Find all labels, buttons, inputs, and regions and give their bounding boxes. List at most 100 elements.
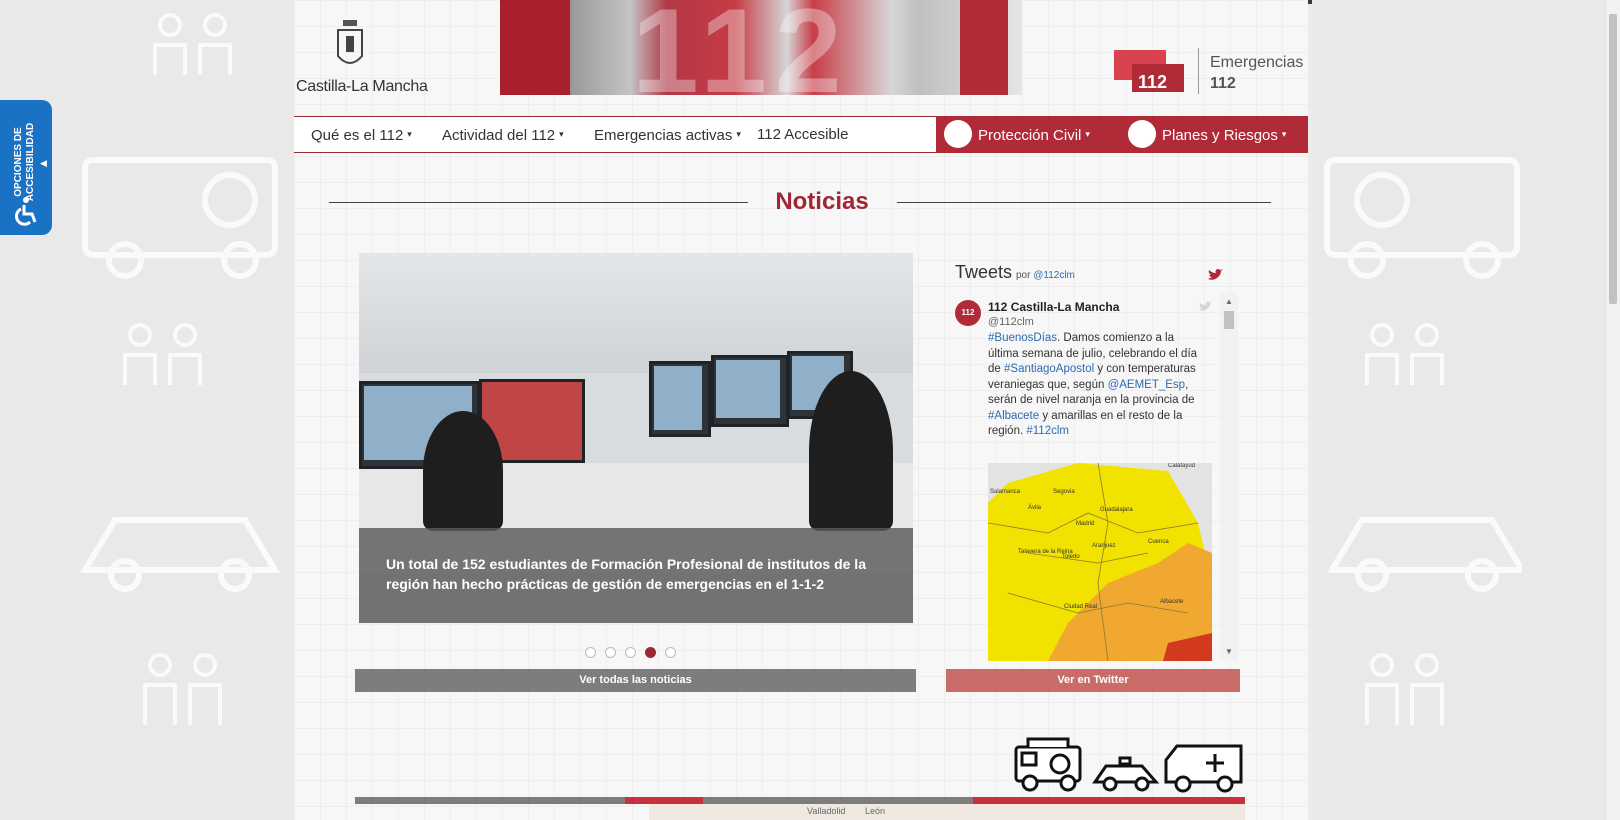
hashtag-link[interactable]: #SantiagoApostol bbox=[1004, 363, 1094, 375]
scroll-thumb[interactable] bbox=[1224, 311, 1234, 329]
banner-number: 112 bbox=[632, 0, 850, 95]
map-label: Toledo bbox=[1062, 554, 1080, 560]
map-label: Ávila bbox=[1028, 504, 1042, 511]
map-label: Segovia bbox=[1053, 489, 1075, 495]
scroll-thumb[interactable] bbox=[1609, 14, 1617, 304]
chevron-down-icon: ▾ bbox=[1085, 129, 1090, 139]
photo-person bbox=[809, 371, 893, 531]
emergencies-map-preview[interactable]: Valladolid León bbox=[649, 804, 1245, 820]
accessibility-icon bbox=[15, 197, 37, 226]
emergencias-label: Emergencias bbox=[1210, 54, 1304, 71]
ambulance-icon bbox=[1164, 744, 1243, 793]
banner-photo-right bbox=[960, 0, 1008, 95]
tweet-author-name[interactable]: 112 Castilla-La Mancha bbox=[988, 300, 1119, 314]
carousel-dot[interactable] bbox=[665, 647, 676, 658]
map-label: Albacete bbox=[1160, 599, 1184, 605]
chevron-down-icon: ▾ bbox=[1281, 129, 1287, 139]
fire-truck-outline-icon bbox=[1324, 157, 1520, 279]
carousel-dot-active[interactable] bbox=[645, 647, 656, 658]
svg-text:112: 112 bbox=[1138, 72, 1167, 92]
emergencias-112-logo[interactable]: 112 Emergencias 112 bbox=[1114, 48, 1304, 98]
tweet-author-handle[interactable]: @112clm bbox=[988, 316, 1034, 328]
hashtag-link[interactable]: #112clm bbox=[1026, 425, 1069, 437]
tweet-text: #BuenosDías. Damos comienzo a la última … bbox=[988, 331, 1206, 440]
hashtag-link[interactable]: #BuenosDías bbox=[988, 332, 1057, 344]
background-right bbox=[1312, 0, 1606, 820]
map-label: León bbox=[865, 806, 886, 816]
tweets-by: por @112clm bbox=[1016, 270, 1075, 281]
nav-label: Qué es el 112 bbox=[311, 127, 404, 144]
nav-label: Actividad del 112 bbox=[442, 127, 556, 144]
family-outline-icon bbox=[123, 323, 202, 385]
family-outline-icon bbox=[143, 653, 222, 725]
emergencias-number: 112 bbox=[1210, 75, 1236, 92]
map-label: Salamanca bbox=[990, 489, 1021, 495]
tweets-by-prefix: por bbox=[1016, 270, 1031, 281]
header-banner: 112 bbox=[500, 0, 1022, 95]
chevron-down-icon: ▾ bbox=[407, 129, 412, 139]
castilla-la-mancha-logo[interactable]: Castilla-La Mancha bbox=[294, 20, 428, 100]
see-on-twitter-button[interactable]: Ver en Twitter bbox=[946, 669, 1240, 692]
police-car-icon bbox=[1092, 756, 1160, 792]
nav-item-112-accesible[interactable]: 112 Accesible bbox=[757, 117, 848, 152]
news-caption-text: Un total de 152 estudiantes de Formación… bbox=[386, 556, 866, 592]
nav-label: 112 Accesible bbox=[757, 126, 849, 143]
nav-item-proteccion-civil[interactable]: Protección Civil ▾ bbox=[978, 116, 1090, 153]
nav-item-emergencias-activas[interactable]: Emergencias activas ▾ bbox=[594, 117, 741, 152]
photo-monitor bbox=[711, 355, 789, 427]
map-label: Calatayud bbox=[1168, 463, 1195, 469]
mention-link[interactable]: @AEMET_Esp bbox=[1108, 379, 1186, 391]
section-title: Noticias bbox=[775, 188, 869, 215]
page-scrollbar[interactable] bbox=[1605, 0, 1620, 820]
planes-riesgos-seal-icon bbox=[1128, 120, 1156, 148]
title-rule-right bbox=[897, 202, 1271, 203]
avatar[interactable]: 112 bbox=[955, 300, 981, 326]
logo-separator bbox=[1198, 48, 1199, 94]
tweets-scrollbar[interactable]: ▲ ▼ bbox=[1220, 293, 1238, 660]
news-caption[interactable]: Un total de 152 estudiantes de Formación… bbox=[359, 528, 913, 623]
tweet-weather-map[interactable]: Salamanca Segovia Ávila Guadalajara Madr… bbox=[988, 463, 1212, 661]
car-outline-icon bbox=[1326, 517, 1522, 592]
photo-person bbox=[423, 411, 503, 531]
tweets-by-handle[interactable]: @112clm bbox=[1033, 270, 1075, 281]
carousel-dot[interactable] bbox=[585, 647, 596, 658]
tweets-title: Tweets bbox=[955, 262, 1013, 282]
accessibility-options-tab[interactable]: OPCIONES DE ACCESIBILIDAD ◀ bbox=[0, 100, 52, 235]
carousel-dot[interactable] bbox=[605, 647, 616, 658]
scroll-down-icon[interactable]: ▼ bbox=[1225, 647, 1233, 656]
nav-item-que-es-112[interactable]: Qué es el 112 ▾ bbox=[311, 117, 412, 152]
fire-truck-icon bbox=[1014, 737, 1082, 792]
family-outline-icon bbox=[153, 13, 232, 75]
map-label: Madrid bbox=[1076, 521, 1094, 527]
scroll-up-icon[interactable]: ▲ bbox=[1225, 297, 1233, 306]
map-label: Ciudad Real bbox=[1064, 604, 1097, 610]
map-label: Aranjuez bbox=[1092, 543, 1116, 549]
logo-112-icon: 112 bbox=[1114, 50, 1184, 92]
twitter-bird-icon[interactable] bbox=[1207, 268, 1223, 282]
region-logo-text: Castilla-La Mancha bbox=[296, 78, 428, 95]
nav-red-section: Protección Civil ▾ Planes y Riesgos ▾ bbox=[936, 116, 1308, 153]
map-label: Cuenca bbox=[1148, 539, 1169, 545]
proteccion-civil-seal-icon bbox=[944, 120, 972, 148]
nav-label: Protección Civil bbox=[978, 127, 1082, 144]
nav-item-actividad[interactable]: Actividad del 112 ▾ bbox=[442, 117, 564, 152]
see-all-news-button[interactable]: Ver todas las noticias bbox=[355, 669, 916, 692]
fire-truck-outline-icon bbox=[82, 157, 278, 279]
bottom-color-bar bbox=[355, 797, 1245, 804]
chevron-left-icon: ◀ bbox=[40, 158, 47, 168]
nav-label: Emergencias activas bbox=[594, 127, 733, 144]
twitter-bird-icon bbox=[1199, 301, 1212, 311]
chevron-down-icon: ▾ bbox=[559, 129, 564, 139]
family-outline-icon bbox=[1365, 323, 1444, 385]
carousel-dot[interactable] bbox=[625, 647, 636, 658]
chevron-down-icon: ▾ bbox=[736, 129, 741, 139]
nav-item-planes-riesgos[interactable]: Planes y Riesgos ▾ bbox=[1162, 116, 1286, 153]
banner-photo-left bbox=[500, 0, 570, 95]
map-label: Guadalajara bbox=[1100, 507, 1133, 513]
title-rule-left bbox=[329, 202, 748, 203]
map-label: Valladolid bbox=[807, 806, 846, 816]
hashtag-link[interactable]: #Albacete bbox=[988, 410, 1039, 422]
main-nav: Qué es el 112 ▾ Actividad del 112 ▾ Emerge… bbox=[294, 116, 1308, 153]
coat-of-arms-icon bbox=[337, 20, 363, 64]
family-outline-icon bbox=[1365, 653, 1444, 725]
